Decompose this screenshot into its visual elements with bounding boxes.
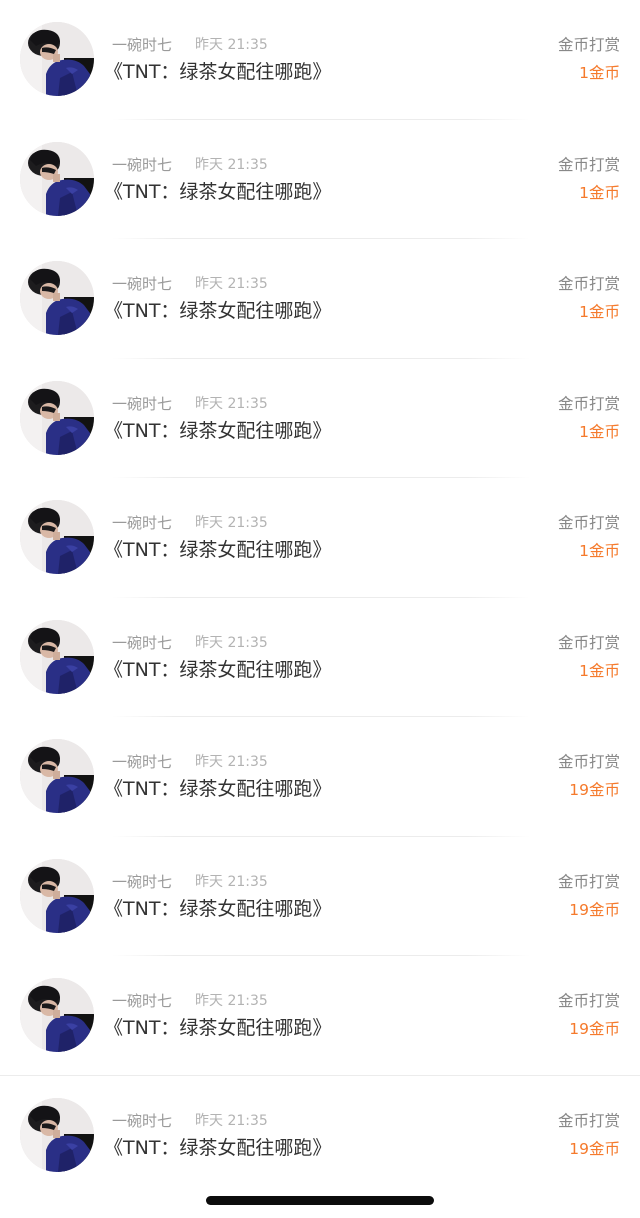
reward-record-row[interactable]: 一碗时七 昨天 21:35 《TNT：绿茶女配往哪跑》 金币打赏 19金币 bbox=[0, 837, 640, 957]
username[interactable]: 一碗时七 bbox=[112, 872, 172, 892]
reward-record-row[interactable]: 一碗时七 昨天 21:35 《TNT：绿茶女配往哪跑》 金币打赏 1金币 bbox=[0, 239, 640, 359]
reward-amount: 1金币 bbox=[579, 542, 620, 560]
reward-type: 金币打赏 bbox=[557, 1111, 620, 1130]
record-time: 昨天 21:35 bbox=[195, 634, 268, 651]
record-time: 昨天 21:35 bbox=[195, 754, 268, 770]
reward-type: 金币打赏 bbox=[557, 36, 620, 54]
reward-type: 金币打赏 bbox=[557, 633, 620, 652]
record-time: 昨天 21:35 bbox=[195, 1112, 268, 1129]
reward-amount: 19金币 bbox=[569, 900, 620, 919]
reward-amount: 1金币 bbox=[579, 303, 620, 321]
reward-type: 金币打赏 bbox=[557, 275, 620, 293]
book-title[interactable]: 《TNT：绿茶女配往哪跑》 bbox=[104, 59, 331, 85]
record-time: 昨天 21:35 bbox=[195, 37, 268, 53]
reward-type: 金币打赏 bbox=[557, 872, 620, 891]
user-avatar[interactable] bbox=[20, 1097, 94, 1172]
user-avatar[interactable] bbox=[20, 22, 94, 96]
user-avatar[interactable] bbox=[20, 619, 94, 694]
record-time: 昨天 21:35 bbox=[195, 156, 268, 173]
book-title[interactable]: 《TNT：绿茶女配往哪跑》 bbox=[104, 896, 331, 922]
reward-amount: 1金币 bbox=[579, 64, 620, 82]
record-time: 昨天 21:35 bbox=[195, 395, 268, 412]
reward-type: 金币打赏 bbox=[557, 514, 620, 532]
reward-amount: 19金币 bbox=[569, 1020, 620, 1038]
reward-type: 金币打赏 bbox=[557, 753, 620, 771]
reward-type: 金币打赏 bbox=[557, 155, 620, 174]
reward-record-row[interactable]: 一碗时七 昨天 21:35 《TNT：绿茶女配往哪跑》 金币打赏 19金币 bbox=[0, 1076, 640, 1196]
record-time: 昨天 21:35 bbox=[195, 993, 268, 1009]
record-time: 昨天 21:35 bbox=[195, 276, 268, 292]
book-title[interactable]: 《TNT：绿茶女配往哪跑》 bbox=[104, 537, 331, 563]
book-title[interactable]: 《TNT：绿茶女配往哪跑》 bbox=[104, 776, 331, 802]
user-avatar[interactable] bbox=[20, 858, 94, 933]
username[interactable]: 一碗时七 bbox=[112, 633, 172, 653]
username[interactable]: 一碗时七 bbox=[112, 155, 172, 175]
book-title[interactable]: 《TNT：绿茶女配往哪跑》 bbox=[104, 657, 331, 683]
book-title[interactable]: 《TNT：绿茶女配往哪跑》 bbox=[104, 1135, 331, 1161]
reward-amount: 1金币 bbox=[579, 183, 620, 202]
reward-type: 金币打赏 bbox=[557, 992, 620, 1010]
home-indicator[interactable] bbox=[206, 1196, 434, 1205]
book-title[interactable]: 《TNT：绿茶女配往哪跑》 bbox=[104, 418, 331, 444]
record-time: 昨天 21:35 bbox=[195, 515, 268, 531]
reward-type: 金币打赏 bbox=[557, 394, 620, 413]
reward-record-row[interactable]: 一碗时七 昨天 21:35 《TNT：绿茶女配往哪跑》 金币打赏 1金币 bbox=[0, 120, 640, 240]
reward-amount: 1金币 bbox=[579, 422, 620, 441]
reward-amount: 19金币 bbox=[569, 781, 620, 799]
user-avatar[interactable] bbox=[20, 141, 94, 216]
reward-record-row[interactable]: 一碗时七 昨天 21:35 《TNT：绿茶女配往哪跑》 金币打赏 19金币 bbox=[0, 717, 640, 837]
user-avatar[interactable] bbox=[20, 261, 94, 335]
user-avatar[interactable] bbox=[20, 500, 94, 574]
user-avatar[interactable] bbox=[20, 739, 94, 813]
reward-record-row[interactable]: 一碗时七 昨天 21:35 《TNT：绿茶女配往哪跑》 金币打赏 1金币 bbox=[0, 478, 640, 598]
username[interactable]: 一碗时七 bbox=[112, 394, 172, 414]
reward-record-row[interactable]: 一碗时七 昨天 21:35 《TNT：绿茶女配往哪跑》 金币打赏 1金币 bbox=[0, 598, 640, 718]
user-avatar[interactable] bbox=[20, 380, 94, 455]
user-avatar[interactable] bbox=[20, 978, 94, 1052]
book-title[interactable]: 《TNT：绿茶女配往哪跑》 bbox=[104, 1015, 331, 1041]
book-title[interactable]: 《TNT：绿茶女配往哪跑》 bbox=[104, 298, 331, 324]
username[interactable]: 一碗时七 bbox=[112, 991, 172, 1011]
reward-record-row[interactable]: 一碗时七 昨天 21:35 《TNT：绿茶女配往哪跑》 金币打赏 1金币 bbox=[0, 0, 640, 120]
reward-amount: 19金币 bbox=[569, 1139, 620, 1158]
username[interactable]: 一碗时七 bbox=[112, 752, 172, 772]
username[interactable]: 一碗时七 bbox=[112, 513, 172, 533]
username[interactable]: 一碗时七 bbox=[112, 35, 172, 55]
reward-amount: 1金币 bbox=[579, 661, 620, 680]
username[interactable]: 一碗时七 bbox=[112, 1111, 172, 1131]
reward-record-list: 一碗时七 昨天 21:35 《TNT：绿茶女配往哪跑》 金币打赏 1金币 一碗时… bbox=[0, 0, 640, 1195]
record-time: 昨天 21:35 bbox=[195, 873, 268, 890]
reward-record-row[interactable]: 一碗时七 昨天 21:35 《TNT：绿茶女配往哪跑》 金币打赏 1金币 bbox=[0, 359, 640, 479]
username[interactable]: 一碗时七 bbox=[112, 274, 172, 294]
book-title[interactable]: 《TNT：绿茶女配往哪跑》 bbox=[104, 179, 331, 205]
reward-record-row[interactable]: 一碗时七 昨天 21:35 《TNT：绿茶女配往哪跑》 金币打赏 19金币 bbox=[0, 956, 640, 1076]
